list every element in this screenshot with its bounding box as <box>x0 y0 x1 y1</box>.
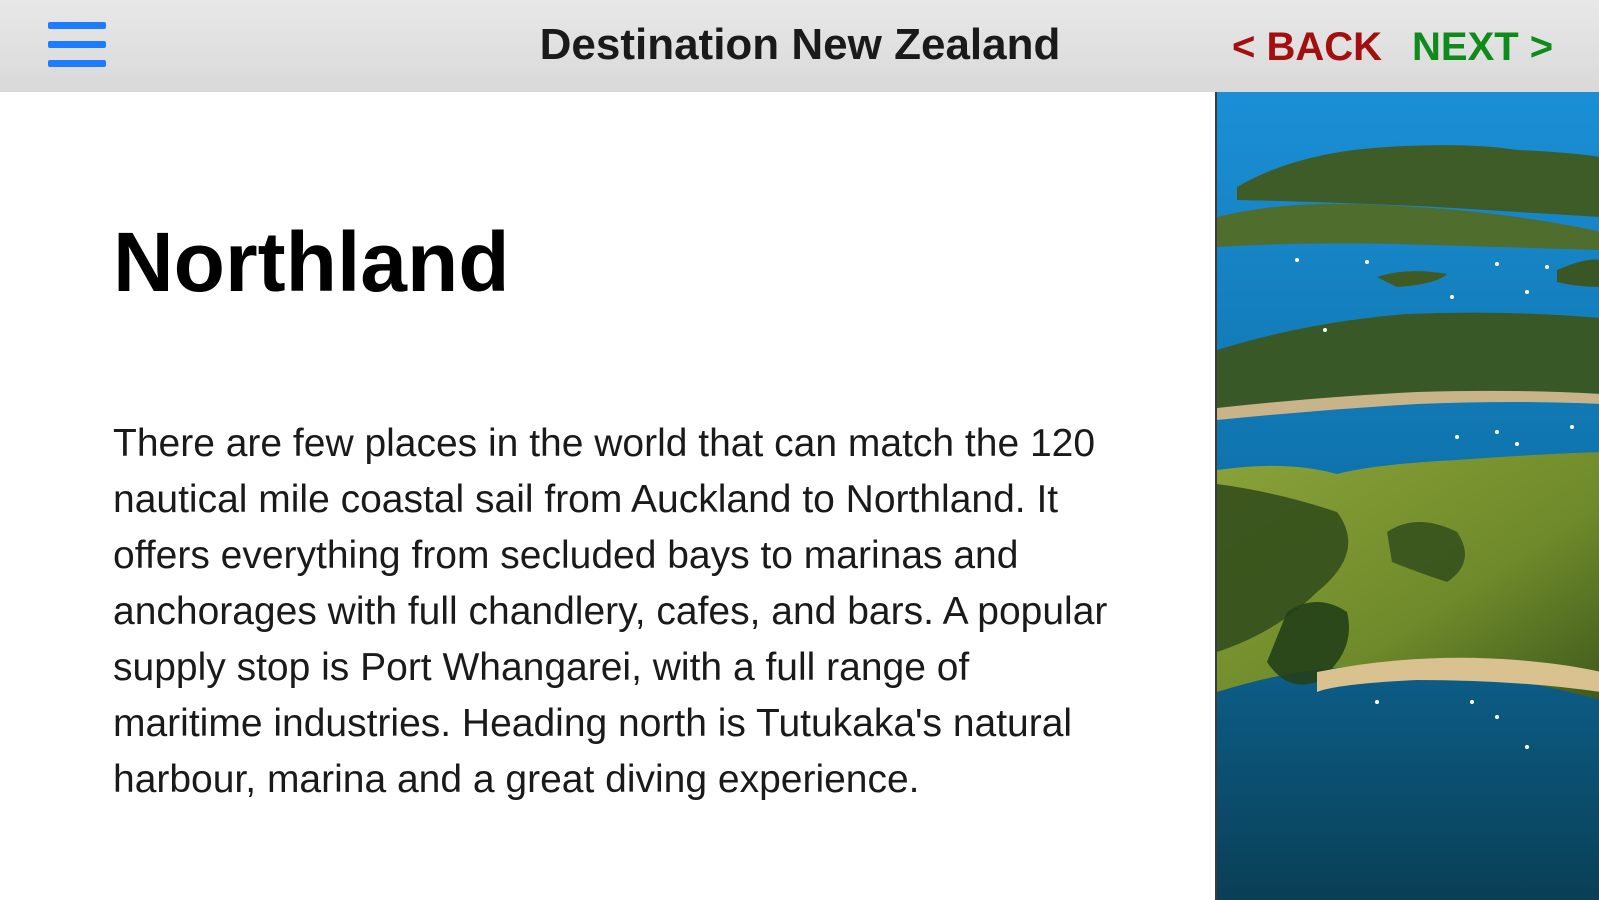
page-title: Northland <box>113 215 510 309</box>
article-body: There are few places in the world that c… <box>113 422 1108 801</box>
article-content: Northland There are few places in the wo… <box>0 92 1215 900</box>
back-button[interactable]: < BACK <box>1232 22 1382 72</box>
next-button[interactable]: NEXT > <box>1412 22 1553 72</box>
top-bar: Destination New Zealand < BACK NEXT > <box>0 0 1599 93</box>
hamburger-menu-icon[interactable] <box>44 22 108 68</box>
app-title: Destination New Zealand <box>539 20 1061 69</box>
coastline-photo <box>1215 92 1599 900</box>
